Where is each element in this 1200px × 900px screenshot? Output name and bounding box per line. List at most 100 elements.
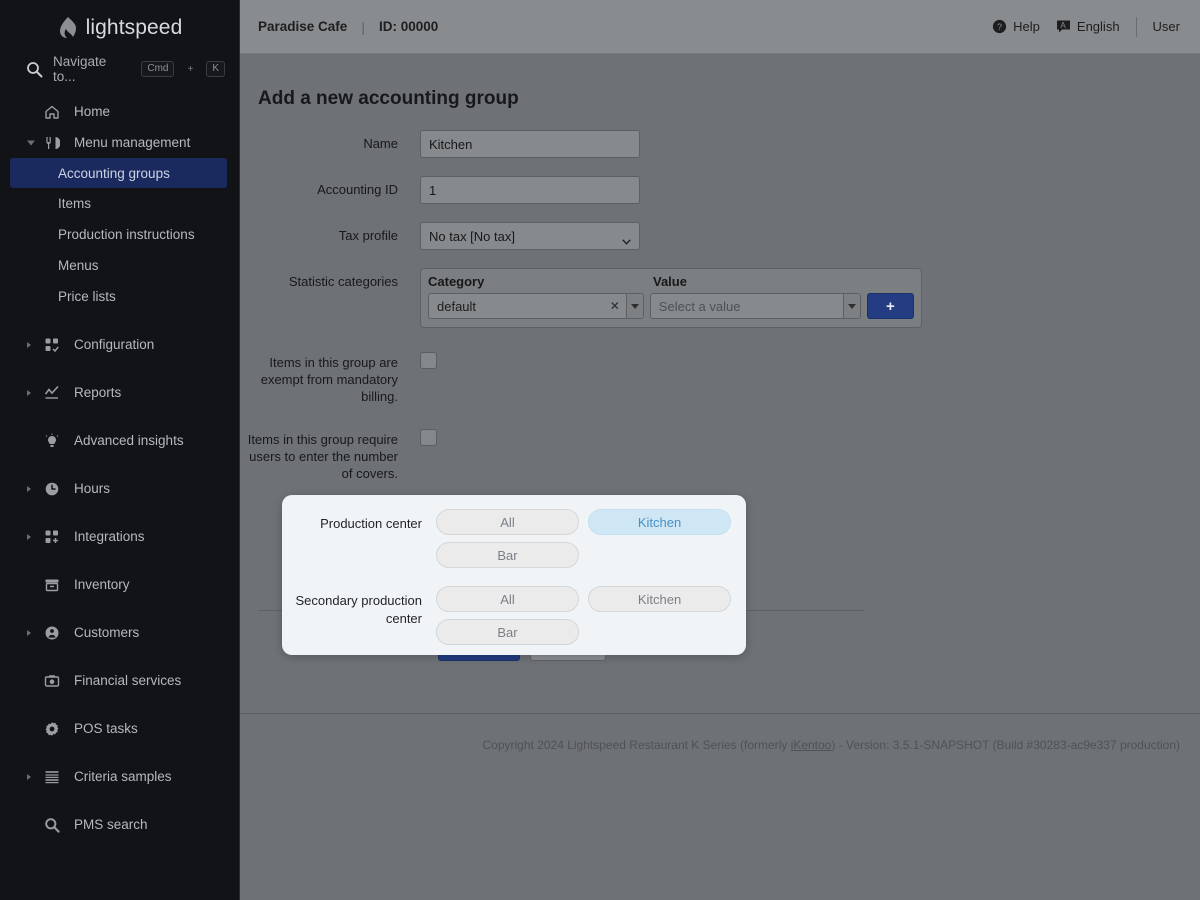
field-row-name: Name	[240, 130, 1200, 158]
production-center-popover: Production center All Kitchen Bar Second…	[282, 495, 746, 655]
sidebar-subitem-label: Production instructions	[58, 227, 195, 242]
chevron-down-icon[interactable]	[27, 140, 35, 145]
statistic-table-row: default ✕ Select a value +	[428, 293, 914, 319]
chevron-right-icon[interactable]	[27, 390, 31, 396]
question-circle-icon: ?	[992, 19, 1007, 34]
sidebar-subitem-label: Accounting groups	[58, 166, 170, 181]
navigate-to-label: Navigate to...	[53, 54, 131, 84]
sidebar-item-label: POS tasks	[74, 721, 138, 736]
gear-icon	[44, 721, 60, 737]
production-center-option-kitchen[interactable]: Kitchen	[588, 509, 731, 535]
footer-prefix: Copyright 2024 Lightspeed Restaurant K S…	[483, 738, 791, 752]
field-row-tax-profile: Tax profile No tax [No tax]	[240, 222, 1200, 250]
sidebar-item-criteria-samples[interactable]: Criteria samples	[0, 761, 239, 792]
sidebar-item-menu-management[interactable]: Menu management	[0, 127, 239, 158]
sidebar-item-label: Hours	[74, 481, 110, 496]
require-covers-label: Items in this group require users to ent…	[240, 429, 420, 482]
footer-suffix: ) - Version: 3.5.1-SNAPSHOT (Build #3028…	[831, 738, 1180, 752]
production-center-label: Production center	[282, 509, 436, 568]
exempt-billing-label: Items in this group are exempt from mand…	[240, 352, 420, 405]
sidebar-item-pms-search[interactable]: PMS search	[0, 809, 239, 840]
category-dropdown-arrow[interactable]	[626, 294, 643, 318]
sidebar-subitem-menus[interactable]: Menus	[0, 250, 239, 281]
secondary-production-center-options: All Kitchen Bar	[436, 586, 746, 645]
clear-x-icon[interactable]: ✕	[610, 299, 626, 313]
help-button[interactable]: ? Help	[992, 19, 1040, 34]
sidebar-item-home[interactable]: Home	[0, 96, 239, 127]
field-row-exempt-billing: Items in this group are exempt from mand…	[240, 352, 1200, 405]
inventory-icon	[44, 577, 60, 593]
chevron-right-icon[interactable]	[27, 630, 31, 636]
sidebar-subitem-production-instructions[interactable]: Production instructions	[0, 219, 239, 250]
value-dropdown-arrow[interactable]	[843, 294, 860, 318]
field-row-require-covers: Items in this group require users to ent…	[240, 429, 1200, 482]
accounting-id-input[interactable]	[420, 176, 640, 204]
configuration-icon	[44, 337, 60, 353]
chevron-right-icon[interactable]	[27, 486, 31, 492]
secondary-production-center-option-kitchen[interactable]: Kitchen	[588, 586, 731, 612]
chevron-right-icon[interactable]	[27, 342, 31, 348]
shortcut-plus: +	[187, 64, 193, 75]
footer-divider	[240, 713, 1200, 714]
exempt-billing-checkbox[interactable]	[420, 352, 437, 369]
require-covers-checkbox[interactable]	[420, 429, 437, 446]
top-header: Paradise Cafe | ID: 00000 ? Help A	[240, 0, 1200, 54]
chevron-right-icon[interactable]	[27, 534, 31, 540]
integrations-icon	[44, 529, 60, 545]
sidebar-item-label: Advanced insights	[74, 433, 184, 448]
sidebar-item-advanced-insights[interactable]: Advanced insights	[0, 425, 239, 456]
sidebar-item-customers[interactable]: Customers	[0, 617, 239, 648]
sidebar-item-integrations[interactable]: Integrations	[0, 521, 239, 552]
accounting-id-label: Accounting ID	[240, 176, 420, 198]
svg-text:A: A	[1060, 21, 1066, 30]
lightspeed-flame-icon	[57, 16, 79, 40]
category-selected-value: default	[429, 299, 610, 314]
sidebar-item-label: Home	[74, 104, 110, 119]
sidebar-item-label: Configuration	[74, 337, 154, 352]
ikentoo-link[interactable]: iKentoo	[791, 738, 832, 752]
sidebar-item-inventory[interactable]: Inventory	[0, 569, 239, 600]
chevron-right-icon[interactable]	[27, 774, 31, 780]
sidebar-item-pos-tasks[interactable]: POS tasks	[0, 713, 239, 744]
sidebar-item-label: Inventory	[74, 577, 130, 592]
name-input[interactable]	[420, 130, 640, 158]
sidebar-subitem-accounting-groups[interactable]: Accounting groups	[10, 158, 227, 188]
svg-text:?: ?	[997, 22, 1002, 32]
sidebar-item-financial-services[interactable]: Financial services	[0, 665, 239, 696]
venue-id: ID: 00000	[379, 19, 438, 34]
name-label: Name	[240, 130, 420, 152]
sidebar-subitem-label: Menus	[58, 258, 99, 273]
production-center-option-bar[interactable]: Bar	[436, 542, 579, 568]
production-center-options: All Kitchen Bar	[436, 509, 746, 568]
field-row-statistic-categories: Statistic categories Category Value defa…	[240, 268, 1200, 328]
value-select[interactable]: Select a value	[650, 293, 861, 319]
shortcut-k-key: K	[206, 61, 225, 77]
secondary-production-center-option-all[interactable]: All	[436, 586, 579, 612]
sidebar-item-configuration[interactable]: Configuration	[0, 329, 239, 360]
sidebar-subitem-price-lists[interactable]: Price lists	[0, 281, 239, 312]
field-row-accounting-id: Accounting ID	[240, 176, 1200, 204]
sidebar-item-hours[interactable]: Hours	[0, 473, 239, 504]
production-center-option-all[interactable]: All	[436, 509, 579, 535]
translate-icon: A	[1056, 19, 1071, 34]
user-menu-button[interactable]: User	[1153, 19, 1180, 34]
secondary-production-center-option-bar[interactable]: Bar	[436, 619, 579, 645]
statistic-categories-label: Statistic categories	[240, 268, 420, 290]
brand-logo[interactable]: lightspeed	[0, 0, 239, 52]
statistic-table-header: Category Value	[428, 274, 914, 289]
sidebar: lightspeed Navigate to... Cmd + K Home	[0, 0, 240, 900]
menu-management-icon	[44, 135, 60, 151]
tax-profile-select[interactable]: No tax [No tax]	[420, 222, 640, 250]
add-statistic-category-button[interactable]: +	[867, 293, 914, 319]
sidebar-subitem-items[interactable]: Items	[0, 188, 239, 219]
criteria-samples-icon	[44, 769, 60, 785]
category-select[interactable]: default ✕	[428, 293, 644, 319]
navigate-to-search[interactable]: Navigate to... Cmd + K	[0, 52, 239, 86]
search-icon	[26, 61, 43, 78]
sidebar-item-reports[interactable]: Reports	[0, 377, 239, 408]
production-center-row: Production center All Kitchen Bar	[282, 509, 746, 568]
header-right: ? Help A English User	[992, 17, 1200, 37]
sidebar-item-label: Financial services	[74, 673, 181, 688]
user-label: User	[1153, 19, 1180, 34]
language-button[interactable]: A English	[1056, 19, 1120, 34]
